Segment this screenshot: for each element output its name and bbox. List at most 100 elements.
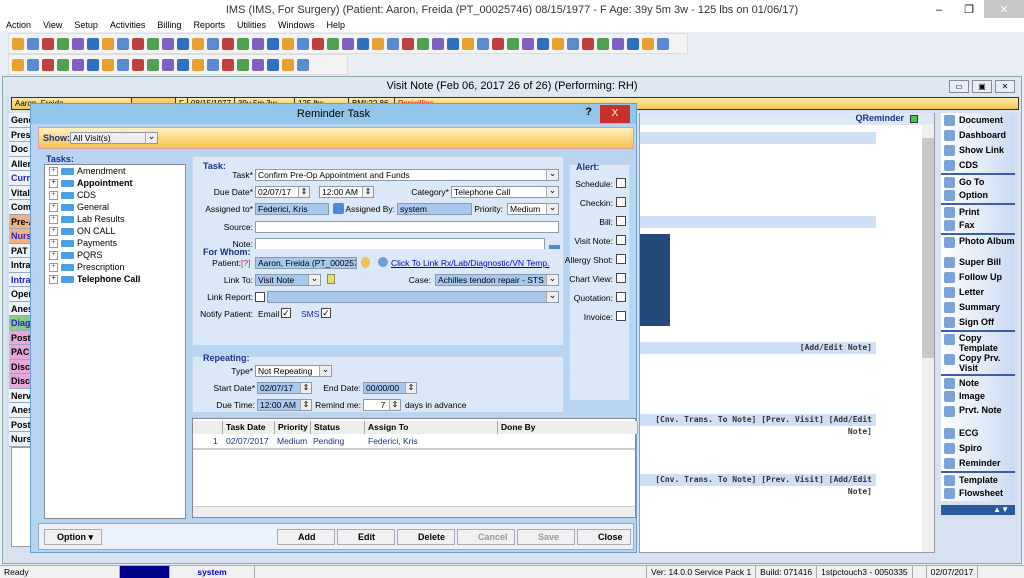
toolbar-tool-icon[interactable] xyxy=(87,58,99,71)
tool-reminder[interactable]: Reminder xyxy=(941,456,1015,471)
menu-windows[interactable]: Windows xyxy=(278,18,315,32)
toolbar-tool-icon[interactable] xyxy=(207,37,219,50)
restore-button[interactable]: ▣ xyxy=(972,80,992,93)
close-dialog-button[interactable]: Close xyxy=(577,529,631,545)
add-button[interactable]: Add xyxy=(277,529,335,545)
toolbar-tool-icon[interactable] xyxy=(162,58,174,71)
toolbar-tool-icon[interactable] xyxy=(327,37,339,50)
tool-show-link[interactable]: Show Link xyxy=(941,143,1015,158)
tool-sign-off[interactable]: Sign Off xyxy=(941,315,1015,330)
column-header[interactable]: Done By xyxy=(498,421,638,434)
toolbar-tool-icon[interactable] xyxy=(222,37,234,50)
toolbar-tool-icon[interactable] xyxy=(147,37,159,50)
alert-checkbox[interactable] xyxy=(616,216,626,226)
toolbar-tool-icon[interactable] xyxy=(102,58,114,71)
alert-checkbox[interactable] xyxy=(616,292,626,302)
case-select[interactable]: Achilles tendon repair - STS - 02/06/17 xyxy=(435,274,559,286)
menu-help[interactable]: Help xyxy=(326,18,345,32)
tool-document[interactable]: Document xyxy=(941,113,1015,128)
toolbar-tool-icon[interactable] xyxy=(582,37,594,50)
toolbar-tool-icon[interactable] xyxy=(177,58,189,71)
toolbar-tool-icon[interactable] xyxy=(492,37,504,50)
toolbar-tool-icon[interactable] xyxy=(342,37,354,50)
end-date-input[interactable]: 00/00/00 xyxy=(363,382,417,394)
column-header[interactable]: Task Date xyxy=(223,421,275,434)
toolbar-tool-icon[interactable] xyxy=(537,37,549,50)
toolbar-tool-icon[interactable] xyxy=(117,58,129,71)
option-button[interactable]: Option ▾ xyxy=(44,529,102,545)
toolbar-tool-icon[interactable] xyxy=(237,37,249,50)
tool-letter[interactable]: Letter xyxy=(941,285,1015,300)
toolbar-tool-icon[interactable] xyxy=(27,58,39,71)
tool-image[interactable]: Image xyxy=(941,389,1015,404)
toolbar-tool-icon[interactable] xyxy=(192,58,204,71)
grid-cell[interactable]: Pending xyxy=(313,436,344,446)
close-button[interactable]: ✕ xyxy=(984,0,1024,20)
toolbar-tool-icon[interactable] xyxy=(117,37,129,50)
grid-cell[interactable]: Medium xyxy=(277,436,307,446)
link-report-checkbox[interactable] xyxy=(255,292,265,302)
toolbar-tool-icon[interactable] xyxy=(372,37,384,50)
tree-node[interactable]: Lab Results xyxy=(45,213,185,225)
toolbar-tool-icon[interactable] xyxy=(312,37,324,50)
tool-option[interactable]: Option xyxy=(941,188,1015,203)
show-select[interactable]: All Visit(s) xyxy=(70,132,158,144)
toolbar-tool-icon[interactable] xyxy=(147,58,159,71)
tool-cds[interactable]: CDS xyxy=(941,158,1015,173)
tool-flowsheet[interactable]: Flowsheet xyxy=(941,486,1015,501)
repeat-due-time-input[interactable]: 12:00 AM xyxy=(257,399,312,411)
tool-dashboard[interactable]: Dashboard xyxy=(941,128,1015,143)
due-date-input[interactable]: 02/07/17 xyxy=(255,186,310,198)
toolbar-tool-icon[interactable] xyxy=(267,37,279,50)
horizontal-scrollbar[interactable] xyxy=(193,506,635,517)
alert-checkbox[interactable] xyxy=(616,197,626,207)
minimize-button[interactable]: – xyxy=(924,0,954,20)
toolbar-tool-icon[interactable] xyxy=(177,37,189,50)
toolbar-tool-icon[interactable] xyxy=(597,37,609,50)
menu-billing[interactable]: Billing xyxy=(157,18,181,32)
minimize-button[interactable]: ▭ xyxy=(949,80,969,93)
tool-copy-template[interactable]: Copy Template xyxy=(941,330,1015,353)
task-select[interactable]: Confirm Pre-Op Appointment and Funds xyxy=(255,169,559,181)
toolbar-tool-icon[interactable] xyxy=(12,37,24,50)
toolbar-tool-icon[interactable] xyxy=(447,37,459,50)
tool-spiro[interactable]: Spiro xyxy=(941,441,1015,456)
toolbar-tool-icon[interactable] xyxy=(462,37,474,50)
alert-checkbox[interactable] xyxy=(616,235,626,245)
tree-node[interactable]: Payments xyxy=(45,237,185,249)
patient-icon[interactable] xyxy=(361,257,370,268)
link-to-select[interactable]: Visit Note xyxy=(255,274,321,286)
tool-prvt-note[interactable]: Prvt. Note xyxy=(941,404,1015,426)
sms-checkbox[interactable]: ✓ xyxy=(321,308,331,318)
assigned-to-field[interactable]: Federici, Kris xyxy=(255,203,329,215)
toolbar-tool-icon[interactable] xyxy=(477,37,489,50)
toolbar-tool-icon[interactable] xyxy=(657,37,669,50)
repeat-type-select[interactable]: Not Repeating xyxy=(255,365,332,377)
toolbar-tool-icon[interactable] xyxy=(57,37,69,50)
toolbar-tool-icon[interactable] xyxy=(252,37,264,50)
toolbar-tool-icon[interactable] xyxy=(297,37,309,50)
alert-checkbox[interactable] xyxy=(616,254,626,264)
toolbar-tool-icon[interactable] xyxy=(627,37,639,50)
toolbar-tool-icon[interactable] xyxy=(42,58,54,71)
priority-select[interactable]: Medium xyxy=(507,203,559,215)
tree-node[interactable]: Amendment xyxy=(45,165,185,177)
tree-node[interactable]: ON CALL xyxy=(45,225,185,237)
tool-super-bill[interactable]: Super Bill xyxy=(941,255,1015,270)
grid-cell[interactable]: 02/07/2017 xyxy=(226,436,269,446)
remind-days-input[interactable]: 7 xyxy=(363,399,401,411)
qreminder-label[interactable]: QReminder xyxy=(640,113,934,125)
tree-node[interactable]: PQRS xyxy=(45,249,185,261)
toolbar-tool-icon[interactable] xyxy=(402,37,414,50)
menu-view[interactable]: View xyxy=(43,18,62,32)
grid-cell[interactable]: 1 xyxy=(213,436,218,446)
tool-note[interactable]: Note xyxy=(941,374,1015,389)
tool-copy-prv-visit[interactable]: Copy Prv. Visit xyxy=(941,352,1015,374)
toolbar-tool-icon[interactable] xyxy=(357,37,369,50)
toolbar-tool-icon[interactable] xyxy=(72,37,84,50)
menu-utilities[interactable]: Utilities xyxy=(237,18,266,32)
restore-button[interactable]: ❐ xyxy=(954,0,984,20)
toolbar-tool-icon[interactable] xyxy=(162,37,174,50)
toolbar-tool-icon[interactable] xyxy=(282,58,294,71)
toolbar-tool-icon[interactable] xyxy=(282,37,294,50)
